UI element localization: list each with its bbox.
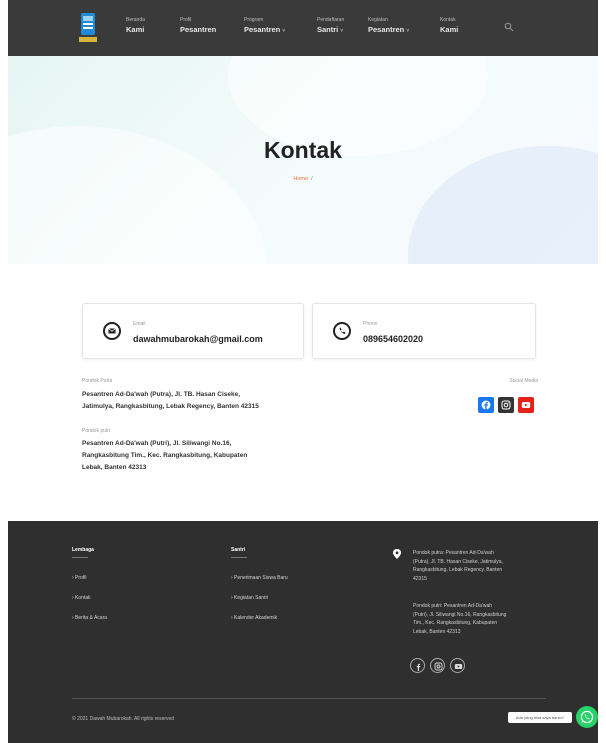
address-line: Tim., Kec. Rangkasbitung, Kabupaten: [413, 620, 498, 626]
nav-item-beranda[interactable]: Beranda Kami: [126, 18, 145, 34]
phone-icon: [333, 322, 351, 340]
nav-item-sublabel: Kontak: [440, 17, 456, 23]
pondok-putri-label: Pondok putri: [82, 428, 111, 434]
nav-item-profil[interactable]: Profil Pesantren: [180, 18, 216, 34]
email-card: Email dawahmubarokah@gmail.com: [82, 303, 304, 359]
email-value[interactable]: dawahmubarokah@gmail.com: [133, 334, 263, 344]
search-icon[interactable]: [504, 22, 514, 32]
footer-youtube-button[interactable]: [450, 658, 465, 673]
instagram-icon: [434, 662, 443, 671]
footer-divider: [72, 698, 546, 699]
chevron-down-icon: ˅: [282, 28, 286, 34]
address-line: (Putra), Jl. TB. Hasan Ciseke, Jatimulya…: [413, 558, 503, 565]
email-label: Email: [133, 321, 146, 327]
footer-heading-santri: Santri: [231, 547, 246, 553]
phone-value[interactable]: 089654602020: [363, 334, 423, 344]
facebook-button[interactable]: [478, 397, 494, 413]
pondok-putra-address: Pesantren Ad-Da'wah (Putra), Jl. TB. Has…: [82, 389, 259, 413]
youtube-icon: [521, 402, 531, 408]
nav-item-program[interactable]: Program Pesantren ˅: [244, 18, 285, 34]
site-footer: Lembaga › Profil › Kontak › Berita & Aca…: [8, 521, 598, 743]
address-line: Rangkasbitung, Lebak Regency, Banten: [413, 567, 503, 573]
nav-item-label: Pesantren: [180, 25, 217, 34]
footer-instagram-button[interactable]: [430, 658, 445, 673]
nav-item-sublabel: Profil: [180, 17, 192, 23]
pondok-putra-label: Pondok Putra: [82, 378, 113, 384]
nav-item-pendaftaran[interactable]: Pendaftaran Santri ˅: [317, 18, 344, 34]
address-line: Pondok putra: Pesantren Ad-Da'wah: [413, 550, 494, 556]
nav-item-label: Santri: [317, 25, 339, 34]
page: Beranda Kami Profil Pesantren Program Pe…: [8, 0, 598, 743]
address-line: 42315: [413, 575, 427, 582]
address-line: Pesantren Ad-Da'wah (Putri), Jl. Siliwan…: [82, 440, 232, 447]
address-line: Lebak, Banten 42313: [82, 464, 147, 471]
footer-link-berita[interactable]: › Berita & Acara: [72, 615, 107, 621]
phone-card: Phone 089654602020: [312, 303, 536, 359]
phone-label: Phone: [363, 321, 378, 327]
address-line: Lebak, Banten 42313: [413, 628, 461, 635]
whatsapp-tooltip[interactable]: Ada yang bisa saya bantu?: [508, 712, 572, 723]
footer-address-putri: Pondok putri: Pesantren Ad-Da'wah (Putri…: [413, 602, 548, 636]
page-hero: Kontak Home /: [8, 56, 598, 264]
social-media-label: Social Media: [509, 378, 538, 384]
nav-item-label: Pesantren: [244, 25, 281, 34]
nav-item-sublabel: Kegiatan: [368, 17, 388, 23]
breadcrumb-separator: /: [311, 176, 313, 182]
top-navbar: Beranda Kami Profil Pesantren Program Pe…: [8, 0, 598, 56]
chevron-down-icon: ˅: [340, 28, 344, 34]
youtube-button[interactable]: [518, 397, 534, 413]
facebook-icon: [416, 663, 421, 671]
nav-item-label: Kami: [126, 25, 145, 34]
youtube-icon: [454, 664, 463, 669]
facebook-icon: [481, 400, 491, 410]
footer-divider: [231, 557, 247, 558]
footer-link-kegiatan[interactable]: › Kegiatan Santri: [231, 595, 268, 601]
breadcrumb-home-link[interactable]: Home: [293, 176, 308, 182]
footer-link-profil[interactable]: › Profil: [72, 575, 86, 581]
nav-item-kegiatan[interactable]: Kegiatan Pesantren ˅: [368, 18, 409, 34]
address-line: (Putri), Jl. Siliwangi No.16, Rangkasbit…: [413, 611, 507, 618]
footer-address-putra: Pondok putra: Pesantren Ad-Da'wah (Putra…: [413, 549, 548, 583]
page-title: Kontak: [264, 137, 342, 163]
address-line: Pondok putri: Pesantren Ad-Da'wah: [413, 603, 493, 609]
chevron-down-icon: ˅: [406, 28, 410, 34]
nav-item-sublabel: Program: [244, 17, 264, 23]
address-line: Pesantren Ad-Da'wah (Putra), Jl. TB. Has…: [82, 391, 241, 398]
location-pin-icon: [393, 549, 401, 559]
footer-divider: [72, 557, 88, 558]
footer-heading-lembaga: Lembaga: [72, 547, 94, 553]
instagram-icon: [501, 400, 511, 410]
nav-item-label: Pesantren: [368, 25, 405, 34]
nav-item-kontak[interactable]: Kontak Kami: [440, 18, 458, 34]
pondok-putri-address: Pesantren Ad-Da'wah (Putri), Jl. Siliwan…: [82, 438, 247, 474]
instagram-button[interactable]: [498, 397, 514, 413]
footer-link-kontak[interactable]: › Kontak: [72, 595, 91, 601]
nav-item-label: Kami: [440, 25, 459, 34]
address-line: Rangkasbitung Tim., Kec. Rangkasbitung, …: [82, 452, 248, 459]
footer-link-penerimaan[interactable]: › Penerimaan Siswa Baru: [231, 575, 288, 581]
nav-item-sublabel: Pendaftaran: [317, 17, 345, 23]
footer-link-kalender[interactable]: › Kalender Akademik: [231, 615, 277, 621]
email-icon: [103, 322, 121, 340]
whatsapp-icon: [580, 710, 594, 724]
nav-item-sublabel: Beranda: [126, 17, 145, 23]
footer-facebook-button[interactable]: [410, 658, 425, 673]
address-line: Jatimulya, Rangkasbitung, Lebak Regency,…: [82, 403, 259, 410]
whatsapp-chat-button[interactable]: [576, 706, 598, 728]
breadcrumb: Home /: [8, 176, 598, 182]
copyright-text: © 2021 Dawah Mubarokah. All rights reser…: [72, 716, 175, 722]
site-logo[interactable]: [78, 10, 98, 46]
